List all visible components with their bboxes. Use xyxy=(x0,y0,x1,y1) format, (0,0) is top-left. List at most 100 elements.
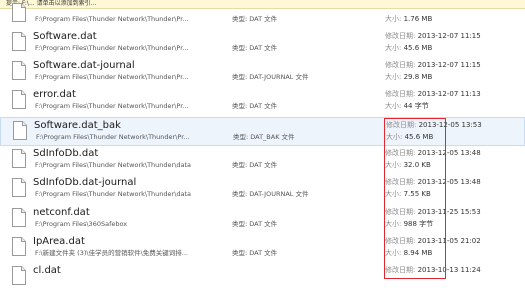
list-item-selected[interactable]: Software.dat_bak F:\Program Files\Thunde… xyxy=(0,117,525,146)
file-type: 类型: DAT 文件 xyxy=(232,161,278,169)
size-label: 大小: xyxy=(385,190,402,198)
list-item[interactable]: error.dat F:\Program Files\Thunder Netwo… xyxy=(0,87,525,116)
file-path: F:\Program Files\360Safebox xyxy=(35,220,128,228)
date-value: 2013-10-13 11:24 xyxy=(417,266,481,274)
file-name: SdInfoDb.dat xyxy=(33,148,99,159)
file-size: 大小: 8.94 MB xyxy=(385,249,432,258)
file-name: IpArea.dat xyxy=(33,236,85,247)
size-value: 7.55 KB xyxy=(403,190,431,198)
list-item[interactable]: SdInfoDb.dat-journal F:\Program Files\Th… xyxy=(0,175,525,204)
file-date: 修改日期: 2013-11-25 15:53 xyxy=(385,208,481,217)
file-type: 类型: DAT 文件 xyxy=(232,15,278,23)
date-label: 修改日期: xyxy=(385,237,416,245)
file-date: 修改日期: 2013-12-07 11:13 xyxy=(385,90,481,99)
file-name: Software.dat-journal xyxy=(33,60,135,71)
date-value: 2013-12-05 13:53 xyxy=(418,121,482,129)
date-label: 修改日期: xyxy=(385,149,416,157)
file-name: Software.dat xyxy=(33,31,97,42)
file-path: F:\Program Files\Thunder Network\Thunder… xyxy=(35,161,192,169)
file-path: F:\Program Files\Thunder Network\Thunder… xyxy=(35,190,192,198)
size-value: 45.6 MB xyxy=(404,133,434,141)
file-icon xyxy=(12,178,26,197)
file-path: F:\新建文件夹 (3)\佳学员的营销软件\免费关键词排... xyxy=(35,249,188,257)
file-size: 大小: 44 字节 xyxy=(385,102,429,111)
file-icon xyxy=(13,121,27,140)
file-size: 大小: 45.6 MB xyxy=(385,44,432,53)
size-label: 大小: xyxy=(385,73,402,81)
file-size: 大小: 45.6 MB xyxy=(386,133,433,142)
file-name: error.dat xyxy=(33,89,76,100)
date-value: 2013-12-05 13:48 xyxy=(417,149,481,157)
size-value: 32.0 KB xyxy=(403,161,431,169)
file-type: 类型: DAT 文件 xyxy=(232,44,278,52)
file-type: 类型: DAT-JOURNAL 文件 xyxy=(232,190,309,198)
date-label: 修改日期: xyxy=(386,121,417,129)
size-label: 大小: xyxy=(385,44,402,52)
file-type: 类型: DAT 文件 xyxy=(232,220,278,228)
size-value: 988 字节 xyxy=(403,220,434,228)
size-label: 大小: xyxy=(385,249,402,257)
size-label: 大小: xyxy=(385,220,402,228)
file-type: 类型: DAT 文件 xyxy=(232,249,278,257)
file-size: 大小: 7.55 KB xyxy=(385,190,431,199)
file-icon xyxy=(12,90,26,109)
file-icon xyxy=(12,266,26,285)
list-item[interactable]: Software.dat F:\Program Files\Thunder Ne… xyxy=(0,29,525,58)
date-label: 修改日期: xyxy=(385,90,416,98)
date-value: 2013-12-07 11:15 xyxy=(417,32,481,40)
file-path: F:\Program Files\Thunder Network\Thunder… xyxy=(35,73,189,81)
file-path: F:\Program Files\Thunder Network\Thunder… xyxy=(35,102,189,110)
size-label: 大小: xyxy=(385,102,402,110)
file-type: 类型: DAT_BAK 文件 xyxy=(233,133,295,141)
date-label: 修改日期: xyxy=(385,61,416,69)
list-item[interactable]: SdInfoDb.dat F:\Program Files\Thunder Ne… xyxy=(0,146,525,175)
size-value: 1.76 MB xyxy=(403,15,433,23)
file-type: 类型: DAT 文件 xyxy=(232,102,278,110)
file-name: SdInfoDb.dat-journal xyxy=(33,177,137,188)
file-icon xyxy=(12,3,26,22)
file-name: netconf.dat xyxy=(33,207,90,218)
file-date: 修改日期: 2013-11-05 21:02 xyxy=(385,237,481,246)
date-value: 2013-12-05 13:48 xyxy=(417,178,481,186)
file-date: 修改日期: 2013-12-05 13:48 xyxy=(385,149,481,158)
file-name: Software.dat_bak xyxy=(34,120,121,131)
list-item[interactable]: Software.dat-journal F:\Program Files\Th… xyxy=(0,58,525,87)
file-icon xyxy=(12,149,26,168)
size-value: 44 字节 xyxy=(403,102,429,110)
size-value: 45.6 MB xyxy=(403,44,433,52)
date-label: 修改日期: xyxy=(385,266,416,274)
date-value: 2013-11-05 21:02 xyxy=(417,237,481,245)
size-value: 29.8 MB xyxy=(403,73,433,81)
date-label: 修改日期: xyxy=(385,32,416,40)
size-label: 大小: xyxy=(385,15,402,23)
file-date: 修改日期: 2013-12-05 13:48 xyxy=(385,178,481,187)
file-size: 大小: 29.8 MB xyxy=(385,73,432,82)
size-value: 8.94 MB xyxy=(403,249,433,257)
size-label: 大小: xyxy=(386,133,403,141)
list-item[interactable]: F:\Program Files\Thunder Network\Thunder… xyxy=(0,0,525,29)
file-date: 修改日期: 2013-10-13 11:24 xyxy=(385,266,481,275)
list-item[interactable]: netconf.dat F:\Program Files\360Safebox … xyxy=(0,205,525,234)
file-date: 修改日期: 2013-12-07 11:15 xyxy=(385,61,481,70)
file-path: F:\Program Files\Thunder Network\Thunder… xyxy=(35,44,189,52)
list-item[interactable]: IpArea.dat F:\新建文件夹 (3)\佳学员的营销软件\免费关键词排.… xyxy=(0,234,525,263)
date-value: 2013-12-07 11:13 xyxy=(417,90,481,98)
file-icon xyxy=(12,208,26,227)
file-date: 修改日期: 2013-12-07 11:15 xyxy=(385,32,481,41)
file-date: 修改日期: 2013-12-05 13:53 xyxy=(386,121,482,130)
file-name: cl.dat xyxy=(33,265,61,276)
file-icon xyxy=(12,237,26,256)
file-path: F:\Program Files\Thunder Network\Thunder… xyxy=(35,15,189,23)
date-label: 修改日期: xyxy=(385,208,416,216)
date-value: 2013-11-25 15:53 xyxy=(417,208,481,216)
date-value: 2013-12-07 11:15 xyxy=(417,61,481,69)
file-size: 大小: 32.0 KB xyxy=(385,161,431,170)
file-path: F:\Program Files\Thunder Network\Thunder… xyxy=(36,133,190,141)
list-item[interactable]: cl.dat 修改日期: 2013-10-13 11:24 xyxy=(0,263,525,292)
file-icon xyxy=(12,61,26,80)
file-type: 类型: DAT-JOURNAL 文件 xyxy=(232,73,309,81)
file-icon xyxy=(12,32,26,51)
size-label: 大小: xyxy=(385,161,402,169)
file-size: 大小: 1.76 MB xyxy=(385,15,432,24)
file-size: 大小: 988 字节 xyxy=(385,220,433,229)
